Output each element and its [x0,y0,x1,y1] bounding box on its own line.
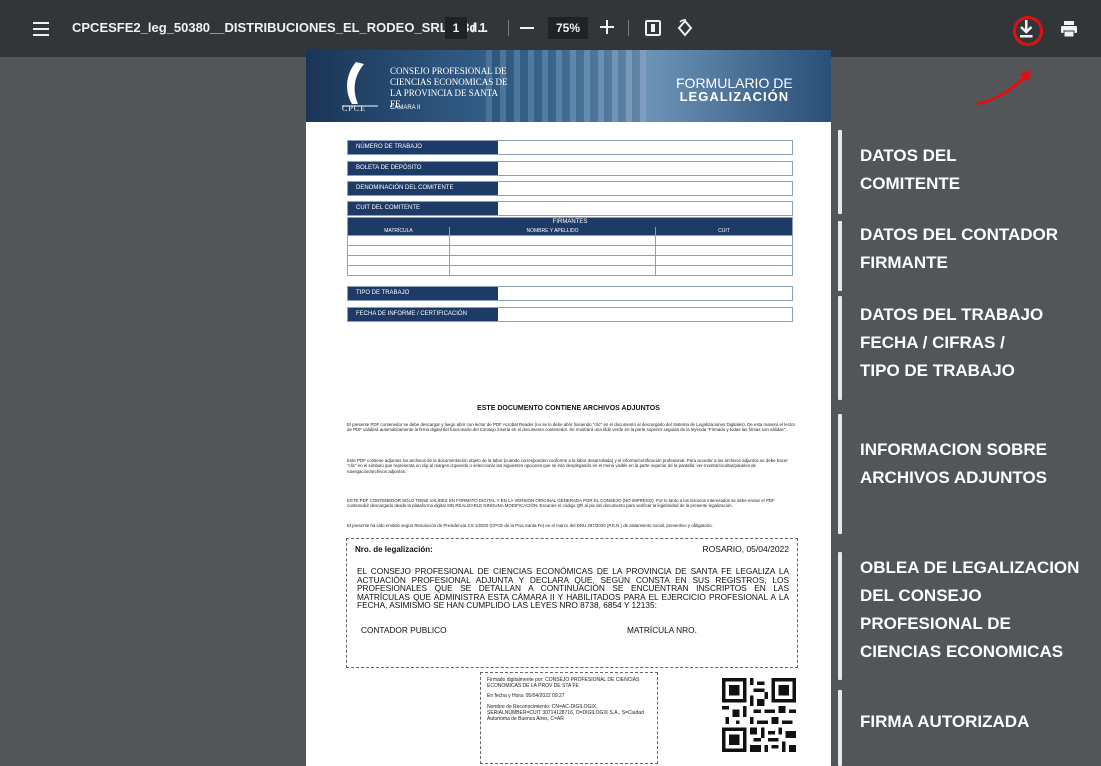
toolbar-divider [508,20,509,36]
annotation-bar [838,690,842,766]
firmantes-header: MATRÍCULA NOMBRE Y APELLIDO CUIT [348,227,792,235]
annotation-bar [838,130,842,214]
field-label: FECHA DE INFORME / CERTIFICACIÓN [348,308,498,321]
camara-label: CAMARA II [390,105,421,111]
table-row [348,235,792,245]
toolbar-divider [628,20,629,36]
annotation-label: DATOS DEL COMITENTE [860,146,961,193]
instructions-paragraph-4: El presente ha sido emitido según Resolu… [347,523,713,528]
document-title: CPCESFE2_leg_50380__DISTRIBUCIONES_EL_RO… [72,20,489,35]
annotation-panel: DATOS DEL COMITENTE DATOS DEL CONTADOR F… [838,130,1101,766]
field-fecha-informe: FECHA DE INFORME / CERTIFICACIÓN [347,307,793,322]
col-cuit: CUIT [718,228,730,234]
logo-text: CPCE [342,104,367,113]
annotation-bar [838,296,842,400]
table-row [348,255,792,265]
annotation-label: INFORMACION SOBRE ARCHIVOS ADJUNTOS [860,440,1048,487]
table-row [348,265,792,275]
menu-icon[interactable] [33,22,49,36]
annotation-label: FIRMA AUTORIZADA [860,712,1030,731]
zoom-in-icon[interactable] [600,20,614,34]
matricula-label: MATRÍCULA NRO. [627,625,697,635]
field-label: DENOMINACIÓN DEL COMITENTE [348,182,498,195]
legalization-seal: Nro. de legalización: ROSARIO, 05/04/202… [346,538,798,668]
annotation-bar [838,221,842,291]
zoom-input[interactable]: 75% [548,17,588,39]
annotation-bar [838,552,842,680]
signature-cert: Nombre de Reconocimiento: CN=AC-DIGILOGI… [487,704,644,722]
col-nombre: NOMBRE Y APELLIDO [450,227,656,235]
field-label: TIPO DE TRABAJO [348,287,498,300]
download-highlight-circle [1013,16,1043,46]
firmantes-title: FIRMANTES [348,218,792,227]
signature-date: En fecha y Hora: 05/04/2022 09:27 [487,693,565,700]
banner-decoration [486,50,646,122]
org-name: CONSEJO PROFESIONAL DE CIENCIAS ECONOMIC… [390,66,508,109]
col-matricula: MATRÍCULA [348,227,450,235]
field-tipo-trabajo: TIPO DE TRABAJO [347,286,793,301]
firmantes-rows [348,235,792,275]
form-title-line2: LEGALIZACIÓN [679,89,790,104]
rotate-icon[interactable] [676,19,694,37]
zoom-out-icon[interactable] [520,27,534,29]
table-row [348,245,792,255]
page-total: / 1 [472,20,487,35]
print-icon[interactable] [1060,20,1078,38]
qr-code-icon [722,678,796,752]
legalization-number-label: Nro. de legalización: [355,545,433,554]
pdf-toolbar: CPCESFE2_leg_50380__DISTRIBUCIONES_EL_RO… [0,0,1101,57]
fit-page-icon[interactable] [645,20,661,36]
firmantes-table: FIRMANTES MATRÍCULA NOMBRE Y APELLIDO CU… [347,217,793,276]
contador-label: CONTADOR PUBLICO [361,625,447,635]
annotation-label: DATOS DEL TRABAJO FECHA / CIFRAS / TIPO … [860,305,1044,380]
instructions-paragraph-1: El presente PDF contenedor se debe desca… [347,422,796,433]
annotation-bar [838,414,842,534]
field-cuit-comitente: CUIT DEL COMITENTE [347,201,793,216]
seal-text: EL CONSEJO PROFESIONAL DE CIENCIAS ECONÓ… [357,566,789,611]
digital-signature-box: Firmado digitalmente por: CONSEJO PROFES… [480,672,658,764]
pdf-page: CPCE CONSEJO PROFESIONAL DE CIENCIAS ECO… [306,50,831,766]
field-denominacion: DENOMINACIÓN DEL COMITENTE [347,181,793,196]
attachments-title: ESTE DOCUMENTO CONTIENE ARCHIVOS ADJUNTO… [477,405,660,412]
form-title: FORMULARIO DE LEGALIZACIÓN [676,76,793,104]
annotation-label: OBLEA DE LEGALIZACION DEL CONSEJO PROFES… [860,558,1080,661]
signature-signer: Firmado digitalmente por: CONSEJO PROFES… [487,677,640,689]
instructions-paragraph-2: Este PDF contiene adjuntos los archivos … [347,458,788,474]
red-arrow-annotation [976,70,1031,106]
field-label: CUIT DEL COMITENTE [348,202,498,215]
place-date: ROSARIO, 05/04/2022 [702,544,789,554]
instructions-paragraph-3: ESTE PDF CONTENEDOR SÓLO TIENE VALIDEZ E… [347,498,775,509]
annotation-label: DATOS DEL CONTADOR FIRMANTE [860,225,1059,272]
document-header-banner: CPCE CONSEJO PROFESIONAL DE CIENCIAS ECO… [306,50,831,122]
current-page-input[interactable]: 1 [445,17,467,39]
field-boleta: BOLETA DE DEPÓSITO [347,161,793,176]
field-label: BOLETA DE DEPÓSITO [348,162,498,175]
field-label: NÚMERO DE TRABAJO [348,141,498,154]
field-numero-trabajo: NÚMERO DE TRABAJO [347,140,793,155]
